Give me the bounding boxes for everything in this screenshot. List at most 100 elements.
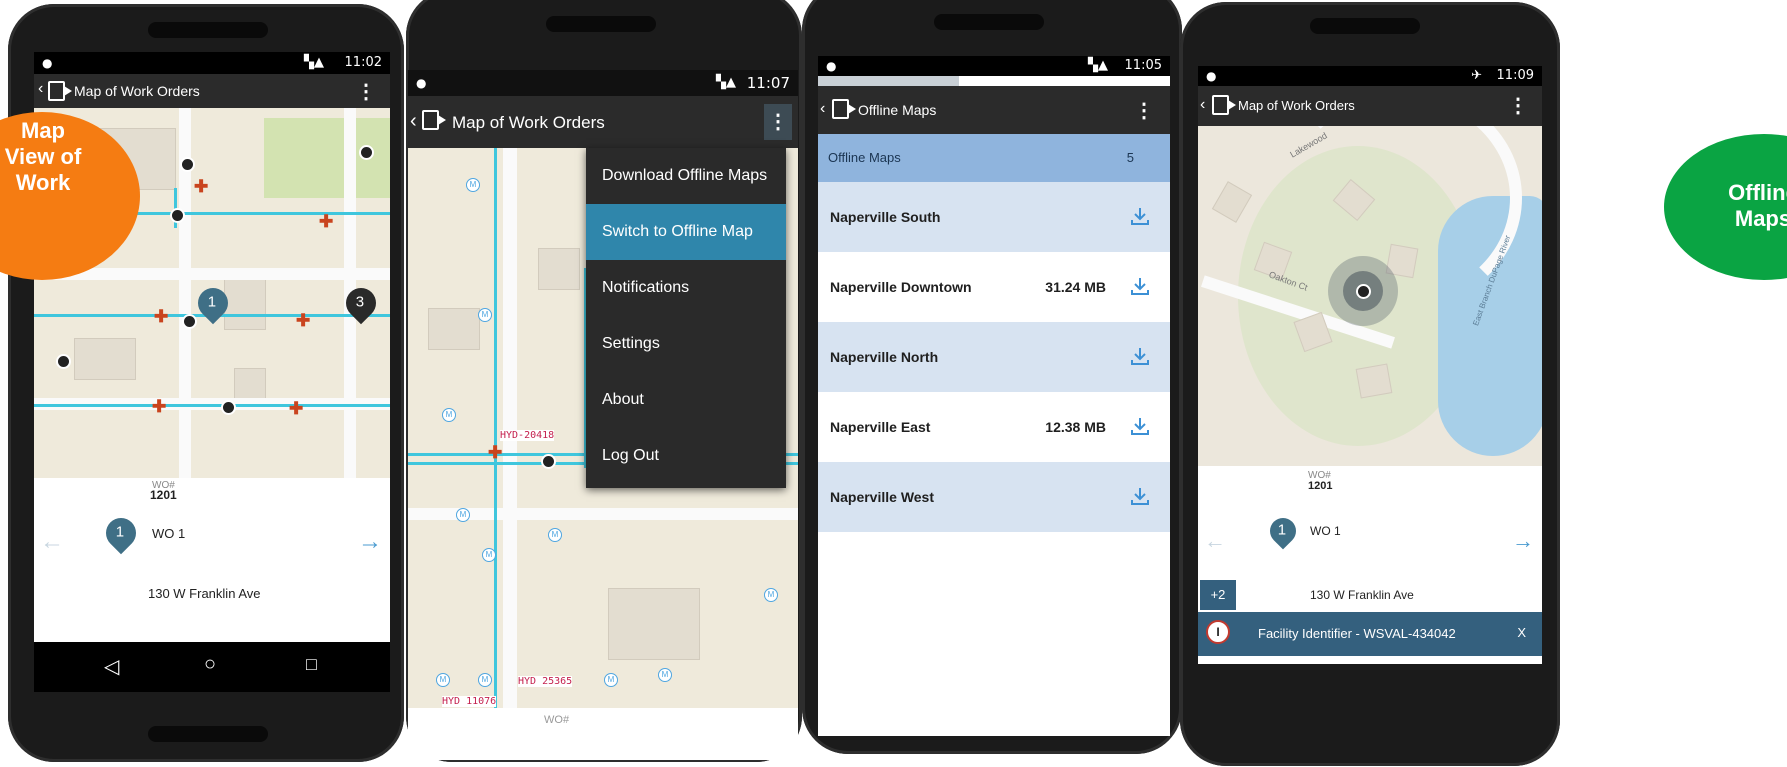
download-icon[interactable]: [1130, 486, 1150, 506]
hydrant-label: HYD-20418: [500, 430, 555, 441]
pin-label: 1: [1277, 521, 1287, 539]
signal-icon: ▚▲: [716, 75, 736, 90]
map-name: Naperville South: [830, 209, 941, 225]
valve-icon: [182, 314, 197, 329]
overflow-menu-icon[interactable]: ⋮: [356, 79, 376, 104]
app-bar: ‹ Map of Work Orders ⋮: [408, 96, 798, 148]
work-orders-app-icon: [1212, 95, 1236, 115]
menu-item-notifications[interactable]: Notifications: [586, 260, 786, 316]
offline-map-row[interactable]: Naperville Downtown 31.24 MB: [818, 252, 1170, 322]
arrow-left-icon[interactable]: ←: [1204, 528, 1226, 554]
wo-label: WO#: [544, 714, 570, 726]
building: [1355, 363, 1393, 399]
back-icon[interactable]: ‹: [820, 100, 825, 118]
screen: ● ▚▲ 11:07 ‹ Map of Work Orders ⋮ M M M …: [408, 70, 798, 760]
status-time: 11:07: [746, 74, 790, 92]
valve-icon: [180, 157, 195, 172]
hydrant-icon: ✚: [488, 443, 503, 462]
water-main: [494, 148, 497, 708]
building: [224, 278, 266, 330]
header-label: Offline Maps: [828, 150, 901, 165]
valve-icon: [359, 145, 374, 160]
android-icon: ●: [42, 56, 53, 70]
work-order-card[interactable]: WO# 1201 ← 1 WO 1 → 130 W Franklin Ave: [34, 478, 390, 642]
hydrant-label: HYD 11076: [442, 696, 497, 707]
facility-identifier-bar[interactable]: I Facility Identifier - WSVAL-434042 X: [1198, 612, 1542, 656]
screen: ● ✈ 11:09 ‹ Map of Work Orders ⋮ Lakewoo…: [1198, 66, 1542, 664]
offline-map-row[interactable]: Naperville North: [818, 322, 1170, 392]
map-size: 31.24 MB: [1045, 279, 1106, 295]
offline-maps-badge: Offline Maps: [1664, 134, 1787, 280]
download-icon[interactable]: [1130, 276, 1150, 296]
app-bar: ‹ Map of Work Orders ⋮: [34, 74, 390, 108]
work-order-card[interactable]: WO# 1201 ← 1 WO 1 → 130 W Franklin Ave: [1198, 466, 1542, 612]
work-order-pin: 1: [99, 511, 143, 555]
download-icon[interactable]: [1130, 416, 1150, 436]
more-features-badge[interactable]: +2: [1200, 580, 1236, 610]
offline-map-row[interactable]: Naperville East 12.38 MB: [818, 392, 1170, 462]
overflow-menu-icon[interactable]: ⋮: [1508, 93, 1528, 118]
work-orders-app-icon: [422, 110, 446, 130]
meter-icon: M: [604, 673, 618, 687]
arrow-left-icon[interactable]: ←: [40, 528, 64, 556]
meter-icon: M: [456, 508, 470, 522]
menu-item-settings[interactable]: Settings: [586, 316, 786, 372]
download-progress-bar: [818, 76, 1170, 86]
close-icon[interactable]: X: [1517, 625, 1526, 640]
overflow-menu: Download Offline Maps Switch to Offline …: [586, 148, 786, 488]
offline-map-row[interactable]: Naperville South: [818, 182, 1170, 252]
arrow-right-icon[interactable]: →: [358, 528, 382, 556]
meter-icon: M: [482, 548, 496, 562]
status-time: 11:02: [344, 55, 382, 70]
download-icon[interactable]: [1130, 206, 1150, 226]
offline-maps-badge-text: Offline Maps: [1728, 180, 1787, 231]
menu-item-log-out[interactable]: Log Out: [586, 428, 786, 484]
meter-icon: M: [764, 588, 778, 602]
nav-home-icon[interactable]: ○: [204, 653, 216, 676]
map-name: Naperville Downtown: [830, 279, 972, 295]
nav-back-icon[interactable]: ◁: [104, 654, 119, 679]
earpiece: [1310, 18, 1420, 34]
hydrant-icon: ✚: [194, 177, 209, 196]
offline-maps-header: Offline Maps 5: [818, 134, 1170, 182]
back-icon[interactable]: ‹: [38, 80, 43, 98]
hydrant-icon: ✚: [319, 212, 334, 231]
page-title: Offline Maps: [858, 102, 937, 118]
bottom-speaker: [148, 726, 268, 742]
earpiece: [934, 14, 1044, 30]
meter-icon: M: [658, 668, 672, 682]
work-order-name: WO 1: [152, 526, 186, 541]
offline-map[interactable]: Lakewood Oakton Ct East Branch DuPage Ri…: [1198, 126, 1542, 466]
menu-item-download-offline-maps[interactable]: Download Offline Maps: [586, 148, 786, 204]
menu-item-switch-to-offline-map[interactable]: Switch to Offline Map: [586, 204, 786, 260]
valve-icon: [170, 208, 185, 223]
overflow-menu-icon[interactable]: ⋮: [1134, 98, 1154, 123]
map-name: Naperville East: [830, 419, 931, 435]
back-icon[interactable]: ‹: [1200, 96, 1205, 114]
android-icon: ●: [1206, 69, 1217, 83]
hydrant-icon: ✚: [289, 399, 304, 418]
hydrant-icon: ✚: [152, 397, 167, 416]
meter-icon: M: [478, 673, 492, 687]
meter-icon: M: [442, 408, 456, 422]
arrow-right-icon[interactable]: →: [1512, 528, 1534, 554]
hydrant-label: HYD 25365: [518, 676, 573, 687]
back-icon[interactable]: ‹: [410, 110, 417, 133]
work-order-name: WO 1: [1310, 524, 1341, 538]
download-progress-fill: [818, 76, 959, 86]
map-name: Naperville West: [830, 489, 935, 505]
meter-icon: M: [478, 308, 492, 322]
android-icon: ●: [416, 76, 427, 90]
facility-identifier-text: Facility Identifier - WSVAL-434042: [1258, 626, 1456, 641]
overflow-menu-icon[interactable]: ⋮: [764, 104, 792, 140]
status-bar: ● ▚▲ 11:02: [34, 52, 390, 74]
valve-icon[interactable]: [1356, 284, 1371, 299]
pin-label: 1: [207, 293, 217, 311]
phone-overflow-menu: ● ▚▲ 11:07 ‹ Map of Work Orders ⋮ M M M …: [406, 0, 802, 762]
meter-icon: M: [466, 178, 480, 192]
nav-recent-icon[interactable]: □: [306, 654, 317, 675]
valve-icon: [541, 454, 556, 469]
menu-item-about[interactable]: About: [586, 372, 786, 428]
download-icon[interactable]: [1130, 346, 1150, 366]
offline-map-row[interactable]: Naperville West: [818, 462, 1170, 532]
